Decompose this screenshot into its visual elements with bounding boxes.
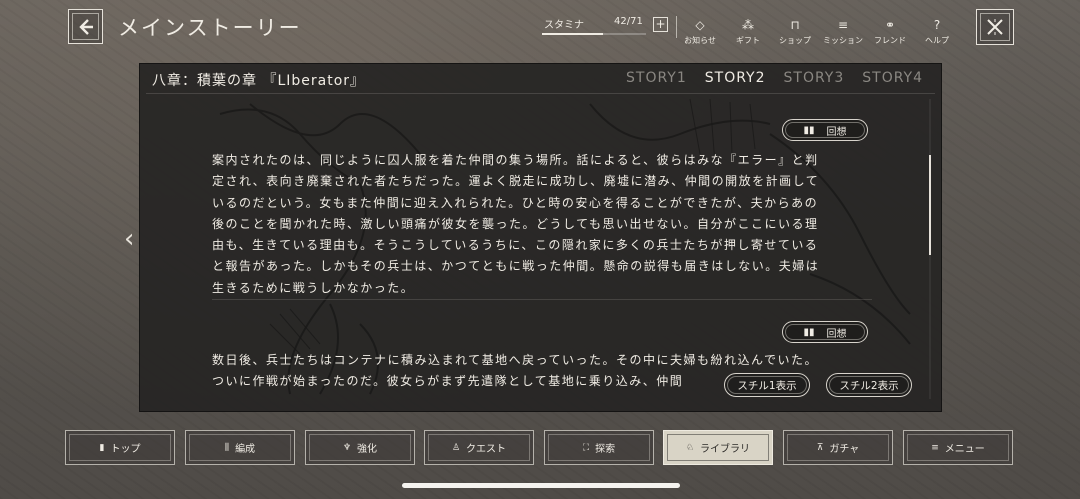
header-divider (676, 16, 677, 38)
gift-icon: ⁂ (742, 18, 754, 32)
nav-formation[interactable]: ⫼ 編成 (185, 430, 295, 465)
still-1-button[interactable]: スチル1表示 (724, 373, 810, 397)
tab-story3[interactable]: STORY3 (784, 70, 845, 86)
nav-quest[interactable]: ♙ クエスト (424, 430, 534, 465)
stamina-label: スタミナ (544, 20, 584, 31)
home-indicator[interactable] (402, 483, 680, 488)
stamina-bar-fill (542, 33, 604, 35)
quest-icon: ♙ (451, 442, 461, 453)
recall-button-1[interactable]: ▮▮ 回想 (782, 119, 868, 141)
topnav-label: ショップ (779, 36, 811, 45)
explore-icon: ⛶ (582, 442, 590, 453)
friend-icon: ⚭ (884, 18, 896, 32)
gacha-icon: ⊼ (816, 442, 824, 453)
close-icon (987, 19, 1003, 35)
arrow-left-icon (78, 18, 93, 35)
topnav-mission[interactable]: ≡ ミッション (821, 18, 865, 46)
scrollbar-thumb[interactable] (929, 155, 931, 255)
shop-icon: ⊓ (790, 18, 800, 32)
nav-label: 探索 (595, 444, 616, 455)
back-button[interactable] (68, 9, 103, 44)
notice-icon: ◇ (695, 18, 705, 32)
tab-story2[interactable]: STORY2 (705, 70, 766, 86)
topnav-label: お知らせ (684, 36, 716, 45)
tab-story1[interactable]: STORY1 (626, 70, 687, 86)
still-2-button[interactable]: スチル2表示 (826, 373, 912, 397)
chapter-title: 八章：積葉の章 『LIberator』 (152, 73, 366, 89)
previous-arrow-icon[interactable]: ‹ (124, 224, 134, 254)
recall-label: 回想 (826, 328, 847, 340)
topnav-friend[interactable]: ⚭ フレンド (868, 18, 912, 46)
nav-label: メニュー (944, 444, 985, 455)
recall-label: 回想 (826, 126, 847, 138)
story-tabs: STORY1 STORY2 STORY3 STORY4 (626, 70, 923, 86)
mission-icon: ≡ (837, 18, 849, 32)
nav-label: ガチャ (829, 444, 860, 455)
library-icon: ♘ (685, 442, 695, 453)
nav-label: クエスト (466, 444, 507, 455)
stamina-add-button[interactable]: + (653, 17, 668, 32)
nav-top[interactable]: ▮ トップ (65, 430, 175, 465)
recall-button-2[interactable]: ▮▮ 回想 (782, 321, 868, 343)
stamina-gauge: スタミナ 42/71 + (538, 14, 671, 38)
topnav-gift[interactable]: ⁂ ギフト (726, 18, 770, 46)
stamina-bar (542, 33, 646, 35)
topnav-label: ヘルプ (925, 36, 949, 45)
story-panel: 八章：積葉の章 『LIberator』 STORY1 STORY2 STORY3 ST… (139, 63, 942, 412)
close-button[interactable] (976, 9, 1014, 45)
nav-enhance[interactable]: ♆ 強化 (305, 430, 415, 465)
nav-label: 編成 (235, 444, 256, 455)
book-icon: ▮▮ (803, 124, 815, 136)
topnav-notice[interactable]: ◇ お知らせ (678, 18, 722, 46)
paragraph-divider (212, 299, 872, 300)
topnav-label: ミッション (823, 36, 863, 45)
nav-menu[interactable]: ≡ メニュー (903, 430, 1013, 465)
help-icon: ? (933, 18, 941, 32)
nav-explore[interactable]: ⛶ 探索 (544, 430, 654, 465)
topnav-help[interactable]: ? ヘルプ (915, 18, 959, 46)
tab-story4[interactable]: STORY4 (862, 70, 923, 86)
page-title: メインストーリー (118, 16, 302, 40)
formation-icon: ⫼ (224, 442, 230, 453)
nav-label: 強化 (357, 444, 378, 455)
nav-library[interactable]: ♘ ライブラリ (663, 430, 773, 465)
nav-gacha[interactable]: ⊼ ガチャ (783, 430, 893, 465)
menu-icon: ≡ (931, 442, 939, 453)
top-icon: ▮ (99, 442, 105, 453)
story-paragraph-1: 案内されたのは、同じように囚人服を着た仲間の集う場所。話によると、彼らはみな『エ… (212, 153, 820, 295)
nav-label: トップ (110, 444, 141, 455)
topnav-label: フレンド (874, 36, 906, 45)
nav-label: ライブラリ (700, 444, 751, 455)
title-divider (146, 93, 935, 94)
enhance-icon: ♆ (342, 442, 352, 453)
book-icon: ▮▮ (803, 326, 815, 338)
topnav-label: ギフト (736, 36, 760, 45)
topnav-shop[interactable]: ⊓ ショップ (773, 18, 817, 46)
stamina-value: 42/71 (614, 16, 643, 27)
